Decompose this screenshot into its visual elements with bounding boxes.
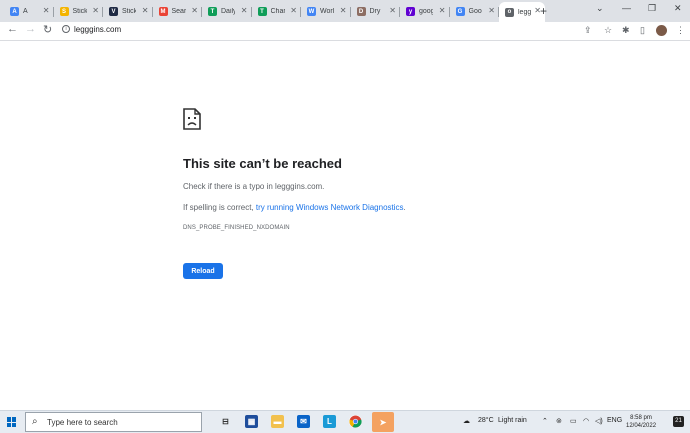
tab-title: Stick: [122, 8, 136, 15]
error-code: DNS_PROBE_FINISHED_NXDOMAIN: [183, 225, 290, 231]
broken-page-icon: [183, 108, 201, 135]
tab-6[interactable]: W Worl ✕: [301, 2, 351, 21]
clock-date: 12/04/2022: [626, 423, 657, 429]
windows-start-icon[interactable]: [7, 417, 17, 427]
tab-title: Goo: [468, 8, 482, 15]
tab-favicon-icon: G: [455, 7, 465, 16]
close-window-button[interactable]: ✕: [674, 3, 682, 14]
clock[interactable]: 8:58 pm 12/04/2022: [626, 414, 656, 430]
avatar[interactable]: [656, 25, 667, 36]
tab-7[interactable]: D Dry ✕: [351, 2, 400, 21]
windows-taskbar: ⌕ Type here to search ⊟ ▦ ▬ ✉ L ➤ ☁ 28°C…: [0, 410, 690, 433]
search-placeholder: Type here to search: [47, 418, 118, 427]
weather-icon: ☁: [463, 418, 470, 425]
tab-title: A: [23, 8, 28, 15]
tab-close-icon[interactable]: ✕: [43, 6, 50, 15]
bookmark-star-icon[interactable]: ☆: [604, 25, 612, 36]
chevron-up-icon[interactable]: ⌃: [542, 417, 548, 425]
tab-9[interactable]: G Goo ✕: [450, 2, 499, 21]
language-indicator[interactable]: ENG: [607, 417, 622, 424]
pinned-app-icon[interactable]: ➤: [372, 412, 394, 432]
reload-icon[interactable]: ↻: [43, 23, 52, 36]
spelling-hint: If spelling is correct, try running Wind…: [183, 203, 406, 212]
tab-favicon-icon: M: [158, 7, 168, 16]
tab-5[interactable]: T Char ✕: [252, 2, 301, 21]
weather-desc[interactable]: Light rain: [498, 417, 527, 424]
tab-title: Stick: [72, 8, 87, 15]
weather-temp[interactable]: 28°C: [478, 417, 494, 424]
tab-close-icon[interactable]: ✕: [191, 6, 198, 15]
tab-favicon-icon: D: [356, 7, 366, 16]
tab-strip: A A ✕ S Stick ✕ V Stick ✕ M Sear ✕ T Daily ✕ T Char ✕ W Wor…: [0, 0, 690, 22]
tab-favicon-icon: T: [257, 7, 267, 16]
tab-favicon-icon: S: [59, 7, 69, 16]
chevron-down-icon[interactable]: ⌄: [596, 3, 604, 14]
menu-icon[interactable]: ⋮: [676, 25, 685, 36]
spelling-hint-suffix: .: [403, 203, 406, 212]
tab-close-icon[interactable]: ✕: [389, 6, 396, 15]
tab-title: Worl: [320, 8, 334, 15]
restore-button[interactable]: ❐: [648, 3, 656, 14]
tab-title: Sear: [171, 8, 186, 15]
typo-hint: Check if there is a typo in legggins.com…: [183, 182, 325, 191]
onedrive-icon[interactable]: ⊚: [556, 417, 562, 425]
browser-toolbar: ← → ↻ i legggins.com ⇪ ☆ ✱ ▯ ⋮: [0, 22, 690, 41]
search-icon: ⌕: [32, 416, 38, 427]
tab-close-icon[interactable]: ✕: [290, 6, 297, 15]
mail-icon[interactable]: ✉: [297, 415, 310, 428]
diagnostics-link[interactable]: try running Windows Network Diagnostics: [256, 203, 404, 212]
tab-favicon-icon: V: [109, 7, 118, 16]
tab-3[interactable]: M Sear ✕: [153, 2, 202, 21]
tab-1[interactable]: S Stick ✕: [54, 2, 103, 21]
tab-title: Dry: [369, 8, 381, 15]
tab-close-icon[interactable]: ✕: [439, 6, 446, 15]
share-icon[interactable]: ⇪: [584, 25, 592, 36]
app-l-icon[interactable]: L: [323, 415, 336, 428]
reload-button[interactable]: Reload: [183, 263, 223, 279]
new-tab-button[interactable]: +: [540, 4, 547, 18]
tab-favicon-icon: A: [10, 7, 19, 16]
tab-close-icon[interactable]: ✕: [340, 6, 347, 15]
extensions-icon[interactable]: ✱: [622, 25, 630, 36]
volume-icon[interactable]: ◁): [595, 417, 603, 425]
store-icon[interactable]: ▦: [245, 415, 258, 428]
tab-favicon-icon: T: [208, 7, 217, 16]
tab-8[interactable]: y goog ✕: [400, 2, 450, 21]
tab-title: Char: [270, 8, 285, 15]
side-panel-icon[interactable]: ▯: [640, 25, 645, 36]
address-bar[interactable]: legggins.com: [74, 25, 121, 34]
tab-title: goog: [419, 8, 433, 15]
tab-0[interactable]: A A ✕: [4, 2, 54, 21]
tab-close-icon[interactable]: ✕: [92, 6, 99, 15]
chrome-icon[interactable]: [349, 415, 362, 428]
clock-time: 8:58 pm: [630, 415, 652, 421]
spelling-hint-prefix: If spelling is correct,: [183, 203, 256, 212]
battery-icon[interactable]: ▭: [570, 417, 577, 425]
tab-title: Daily: [221, 8, 235, 15]
back-button[interactable]: ←: [7, 23, 18, 35]
wifi-icon[interactable]: ◠: [583, 417, 589, 425]
tab-4[interactable]: T Daily ✕: [202, 2, 252, 21]
file-explorer-icon[interactable]: ▬: [271, 415, 284, 428]
tab-favicon-icon: o: [505, 7, 514, 17]
forward-button[interactable]: →: [25, 23, 36, 35]
tab-2[interactable]: V Stick ✕: [103, 2, 153, 21]
tab-close-icon[interactable]: ✕: [488, 6, 495, 15]
task-view-icon[interactable]: ⊟: [219, 415, 232, 428]
tab-10[interactable]: o legg ✕: [499, 2, 545, 22]
tab-title: legg: [518, 8, 532, 16]
tab-favicon-icon: y: [406, 7, 415, 16]
tab-close-icon[interactable]: ✕: [241, 6, 248, 15]
notification-badge[interactable]: 21: [673, 416, 684, 427]
taskbar-search-box[interactable]: ⌕ Type here to search: [25, 412, 202, 432]
info-icon[interactable]: i: [62, 25, 70, 33]
error-title: This site can’t be reached: [183, 156, 342, 171]
tab-close-icon[interactable]: ✕: [142, 6, 149, 15]
minimize-button[interactable]: —: [622, 3, 631, 13]
tab-favicon-icon: W: [307, 7, 316, 16]
